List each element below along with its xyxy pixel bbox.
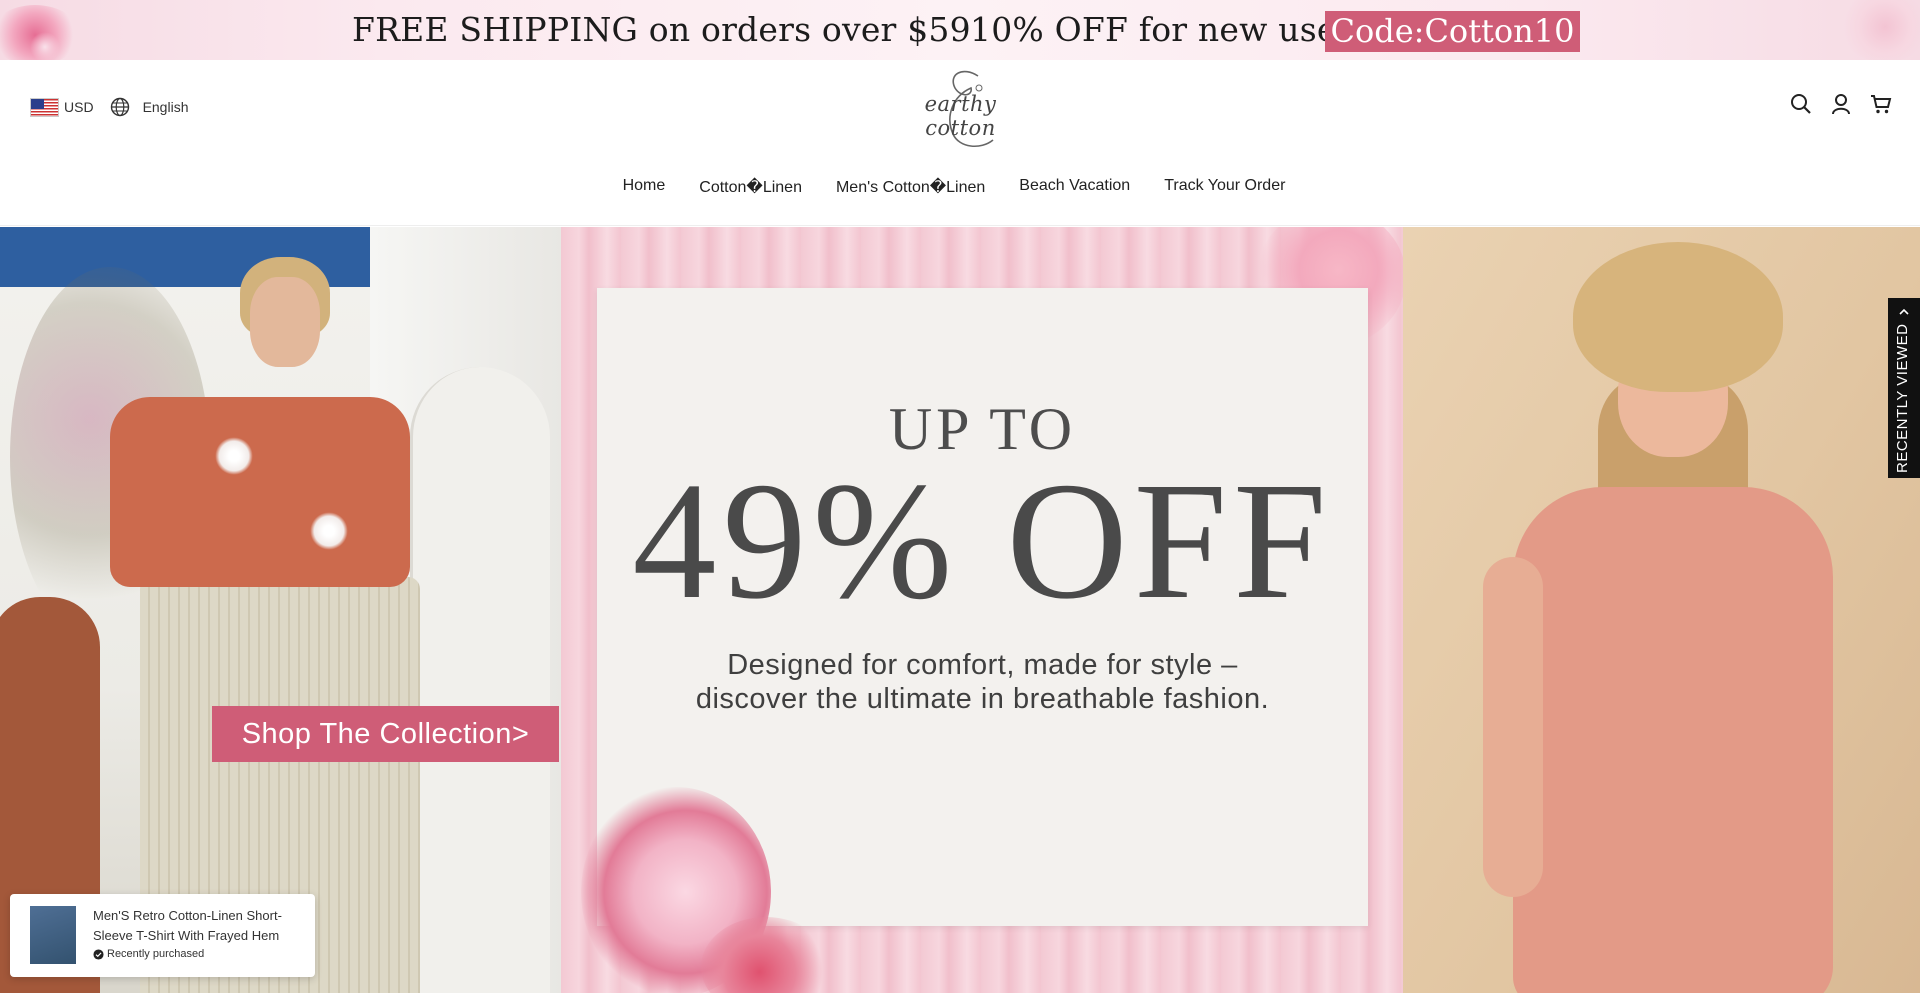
hero-description-line-1: Designed for comfort, made for style –: [727, 649, 1238, 681]
new-user-discount-text: 10% OFF for new user: [970, 10, 1353, 49]
chevron-up-icon: [1899, 308, 1909, 315]
site-header: USD English earthy cotton Home Cotton�Li…: [0, 60, 1920, 226]
check-circle-icon: [93, 948, 104, 960]
recently-viewed-label: RECENTLY VIEWED: [1894, 323, 1911, 473]
promo-code-badge: Code:Cotton10: [1325, 11, 1580, 52]
locale-selector: USD English: [30, 97, 188, 117]
nav-item-home[interactable]: Home: [623, 177, 666, 197]
recently-viewed-tab[interactable]: RECENTLY VIEWED: [1888, 298, 1920, 478]
user-icon[interactable]: [1830, 93, 1852, 115]
toast-subtitle-text: Recently purchased: [107, 948, 205, 960]
hero-photo-left: [0, 227, 561, 993]
hero-description-line-2: discover the ultimate in breathable fash…: [695, 683, 1270, 715]
globe-icon[interactable]: [110, 97, 130, 117]
promo-banner: FREE SHIPPING on orders over $59 10% OFF…: [0, 0, 1920, 60]
shop-collection-button[interactable]: Shop The Collection>: [212, 706, 559, 762]
header-actions: [1790, 93, 1892, 115]
search-icon[interactable]: [1790, 93, 1812, 115]
logo-text: earthy cotton: [924, 92, 997, 140]
flower-decoration: [1840, 0, 1920, 60]
nav-item-track-your-order[interactable]: Track Your Order: [1164, 177, 1285, 197]
free-shipping-text: FREE SHIPPING on orders over $59: [352, 10, 971, 49]
hero-description: Designed for comfort, made for style – d…: [597, 648, 1368, 716]
hero-banner: UP TO 49% OFF Designed for comfort, made…: [0, 227, 1920, 993]
hero-photo-right: [1403, 227, 1920, 993]
brand-logo[interactable]: earthy cotton: [893, 66, 1028, 150]
toast-product-title[interactable]: Men'S Retro Cotton-Linen Short-Sleeve T-…: [93, 906, 303, 946]
nav-item-cotton-linen[interactable]: Cotton�Linen: [699, 177, 802, 197]
currency-selector[interactable]: USD: [64, 99, 94, 115]
us-flag-icon[interactable]: [30, 97, 59, 117]
main-nav: Home Cotton�Linen Men's Cotton�Linen Bea…: [0, 177, 1920, 197]
nav-item-mens-cotton-linen[interactable]: Men's Cotton�Linen: [836, 177, 985, 197]
nav-item-beach-vacation[interactable]: Beach Vacation: [1019, 177, 1130, 197]
hero-promo-panel: UP TO 49% OFF Designed for comfort, made…: [561, 227, 1406, 993]
flower-decoration: [30, 32, 60, 60]
product-thumbnail[interactable]: [30, 906, 76, 964]
language-selector[interactable]: English: [143, 99, 189, 115]
cart-icon[interactable]: [1870, 93, 1892, 115]
recent-purchase-toast[interactable]: Men'S Retro Cotton-Linen Short-Sleeve T-…: [10, 894, 315, 977]
toast-subtitle: Recently purchased: [93, 948, 204, 960]
hero-headline: 49% OFF: [632, 448, 1333, 634]
